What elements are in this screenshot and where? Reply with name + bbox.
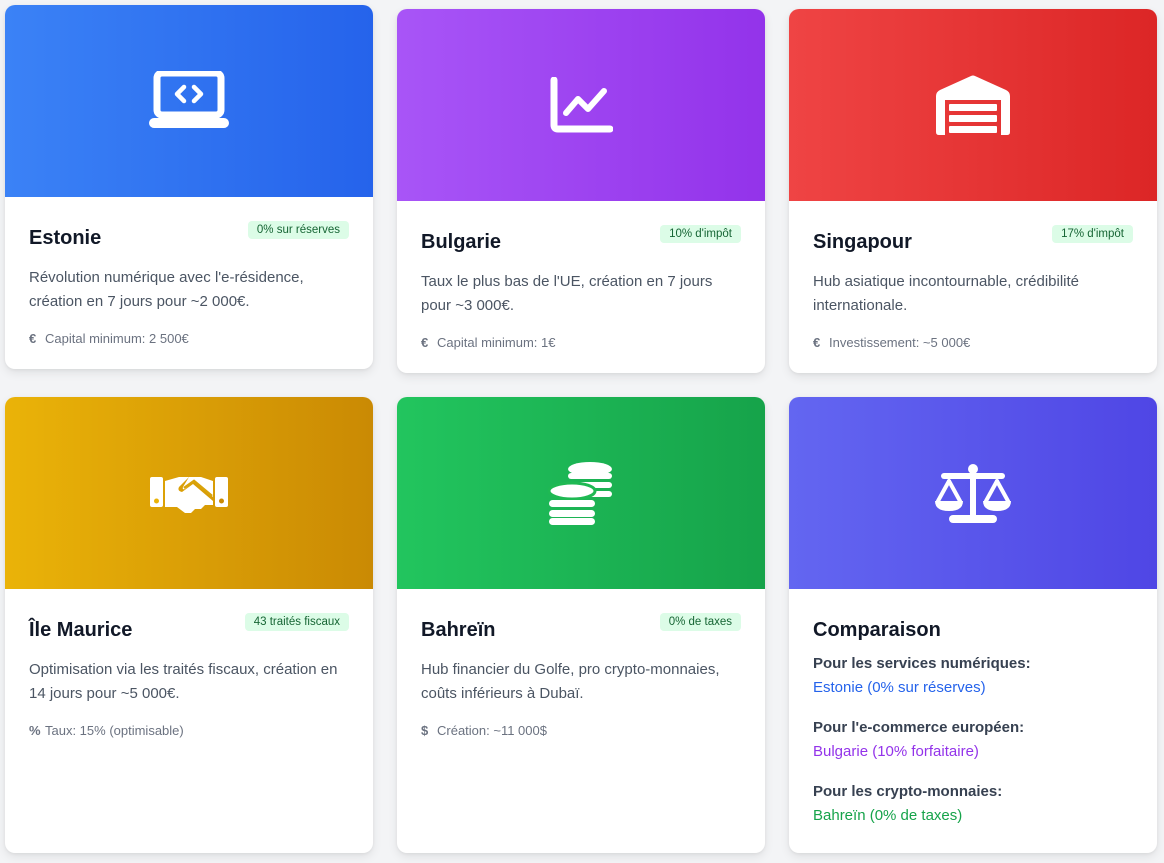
comparison-title: Comparaison <box>813 619 941 641</box>
comparison-item: Pour l'e-commerce européen: Bulgarie (10… <box>813 716 1133 764</box>
handshake-icon <box>150 477 228 513</box>
country-card-estonie[interactable]: Estonie 0% sur réserves Révolution numér… <box>5 5 373 369</box>
card-title: Île Maurice <box>29 619 133 641</box>
card-banner <box>397 9 765 201</box>
comparison-value: Bahreïn (0% de taxes) <box>813 807 963 824</box>
card-meta: $ Création: ~11 000$ <box>421 723 741 738</box>
card-meta-text: Capital minimum: 1€ <box>437 335 556 350</box>
tax-badge: 0% sur réserves <box>247 221 349 239</box>
chart-line-icon <box>550 77 613 133</box>
tax-badge: 17% d'impôt <box>1052 225 1133 243</box>
comparison-label: Pour l'e-commerce européen: <box>813 719 1025 736</box>
card-banner <box>789 9 1157 201</box>
comparison-card: Comparaison Pour les services numériques… <box>789 397 1157 853</box>
card-title: Bahreïn <box>421 619 496 641</box>
comparison-item: Pour les crypto-monnaies: Bahreïn (0% de… <box>813 780 1133 828</box>
coins-icon <box>548 462 612 525</box>
country-card-bahrein[interactable]: Bahreïn 0% de taxes Hub financier du Gol… <box>397 397 765 853</box>
card-title: Singapour <box>813 231 912 253</box>
card-meta: € Investissement: ~5 000€ <box>813 335 1133 350</box>
tax-badge: 0% de taxes <box>659 613 741 631</box>
card-description: Taux le plus bas de l'UE, création en 7 … <box>421 273 713 314</box>
card-meta: € Capital minimum: 1€ <box>421 335 741 350</box>
card-description: Hub financier du Golfe, pro crypto-monna… <box>421 661 720 702</box>
comparison-value: Bulgarie (10% forfaitaire) <box>813 743 979 760</box>
card-title: Estonie <box>29 227 102 249</box>
card-meta-text: Taux: 15% (optimisable) <box>45 723 184 738</box>
card-banner <box>397 397 765 589</box>
card-title: Bulgarie <box>421 231 502 253</box>
card-meta-text: Investissement: ~5 000€ <box>829 335 971 350</box>
card-description: Optimisation via les traités fiscaux, cr… <box>29 661 338 702</box>
country-card-bulgarie[interactable]: Bulgarie 10% d'impôt Taux le plus bas de… <box>397 9 765 373</box>
laptop-code-icon <box>149 71 229 128</box>
warehouse-icon <box>936 75 1010 135</box>
card-meta-text: Création: ~11 000$ <box>437 723 547 738</box>
card-meta: % Taux: 15% (optimisable) <box>29 723 349 738</box>
dollar-icon: $ <box>421 723 429 738</box>
card-meta-text: Capital minimum: 2 500€ <box>45 331 189 346</box>
comparison-item: Pour les services numériques: Estonie (0… <box>813 652 1133 700</box>
card-banner <box>5 5 373 197</box>
tax-badge: 43 traités fiscaux <box>244 613 349 631</box>
comparison-label: Pour les services numériques: <box>813 655 1031 672</box>
comparison-label: Pour les crypto-monnaies: <box>813 783 1003 800</box>
card-banner <box>789 397 1157 589</box>
euro-icon: € <box>421 335 429 350</box>
country-card-ile-maurice[interactable]: Île Maurice 43 traités fiscaux Optimisat… <box>5 397 373 853</box>
comparison-value: Estonie (0% sur réserves) <box>813 679 986 696</box>
balance-scale-icon <box>935 464 1011 523</box>
euro-icon: € <box>813 335 821 350</box>
country-card-singapour[interactable]: Singapour 17% d'impôt Hub asiatique inco… <box>789 9 1157 373</box>
euro-icon: € <box>29 331 37 346</box>
card-description: Hub asiatique incontournable, crédibilit… <box>813 273 1080 314</box>
tax-badge: 10% d'impôt <box>660 225 741 243</box>
card-description: Révolution numérique avec l'e-résidence,… <box>29 269 304 310</box>
card-banner <box>5 397 373 589</box>
percent-icon: % <box>29 723 41 738</box>
card-meta: € Capital minimum: 2 500€ <box>29 331 349 346</box>
